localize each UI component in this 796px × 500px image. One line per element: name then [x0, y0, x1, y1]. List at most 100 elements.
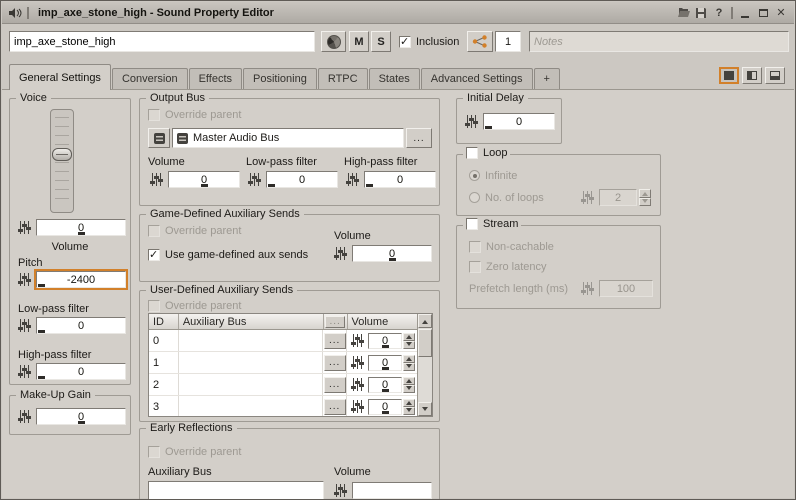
scroll-down-button[interactable]	[418, 402, 432, 416]
makeup-gain-field[interactable]: 0	[36, 408, 126, 425]
fader-icon[interactable]	[344, 172, 362, 187]
loop-group: Loop Infinite No. of loops 2	[456, 154, 661, 216]
use-game-aux-checkbox[interactable]	[148, 249, 160, 261]
fader-icon[interactable]	[349, 333, 367, 348]
spin-down-button[interactable]	[403, 407, 415, 415]
fader-icon[interactable]	[148, 172, 166, 187]
object-name-input[interactable]	[9, 31, 315, 52]
aux-volume-field[interactable]: 0	[368, 377, 402, 393]
spin-down-button[interactable]	[403, 385, 415, 393]
no-of-loops-radio	[469, 192, 480, 203]
reference-count-box[interactable]: 1	[495, 31, 521, 52]
prefetch-label: Prefetch length (ms)	[469, 283, 568, 295]
loop-checkbox[interactable]	[466, 147, 478, 159]
output-bus-icon-button[interactable]	[148, 128, 170, 148]
help-icon[interactable]: ?	[710, 4, 728, 22]
er-volume-field[interactable]	[352, 482, 432, 499]
output-lpf-field[interactable]: 0	[266, 171, 338, 188]
aux-browse-button[interactable]: ...	[324, 399, 346, 415]
tab-effects[interactable]: Effects	[189, 68, 242, 89]
fader-icon[interactable]	[349, 399, 367, 414]
display-color-button[interactable]	[321, 31, 346, 52]
output-volume-field[interactable]: 0	[168, 171, 240, 188]
fader-icon[interactable]	[349, 355, 367, 370]
tab-conversion[interactable]: Conversion	[112, 68, 188, 89]
fader-icon[interactable]	[349, 377, 367, 392]
stream-checkbox[interactable]	[466, 218, 478, 230]
layout-single-button[interactable]	[719, 67, 739, 84]
spin-down-button[interactable]	[403, 341, 415, 349]
er-aux-bus-field[interactable]	[148, 481, 324, 500]
fader-icon[interactable]	[463, 114, 481, 129]
aux-volume-field[interactable]: 0	[368, 399, 402, 415]
loop-title-control: Loop	[463, 147, 510, 159]
tab-advanced-settings[interactable]: Advanced Settings	[421, 68, 533, 89]
output-lpf-label: Low-pass filter	[246, 156, 317, 168]
output-bus-name: Master Audio Bus	[193, 132, 279, 144]
sharesets-button[interactable]	[467, 31, 493, 52]
tab-positioning[interactable]: Positioning	[243, 68, 317, 89]
save-icon[interactable]	[692, 4, 710, 22]
output-hpf-field[interactable]: 0	[364, 171, 436, 188]
aux-volume-field[interactable]: 0	[368, 333, 402, 349]
spin-up-button[interactable]	[403, 333, 415, 341]
aux-browse-button[interactable]: ...	[324, 355, 346, 371]
column-header-bus[interactable]: Auxiliary Bus	[179, 314, 324, 329]
solo-button[interactable]: S	[371, 31, 391, 52]
table-row: 3 ... 0	[149, 396, 417, 416]
voice-volume-slider[interactable]	[50, 109, 74, 213]
minimize-button[interactable]	[736, 4, 754, 22]
output-bus-browse-button[interactable]: ...	[406, 128, 432, 148]
table-scrollbar[interactable]	[417, 314, 432, 416]
scroll-up-button[interactable]	[418, 314, 432, 328]
voice-pitch-field[interactable]: -2400	[36, 271, 126, 288]
fader-icon[interactable]	[16, 220, 34, 235]
aux-bus-cell[interactable]	[179, 330, 323, 351]
fader-icon[interactable]	[246, 172, 264, 187]
layout-vertical-split-button[interactable]	[742, 67, 762, 84]
fader-icon[interactable]	[16, 272, 34, 287]
close-button[interactable]: ✕	[772, 4, 790, 22]
fader-icon[interactable]	[16, 409, 34, 424]
scrollbar-thumb[interactable]	[418, 329, 432, 357]
aux-volume-spinner	[403, 333, 415, 349]
output-bus-field[interactable]: Master Audio Bus	[172, 128, 404, 148]
fader-icon[interactable]	[332, 246, 350, 261]
notes-input[interactable]	[529, 31, 789, 52]
aux-volume-field[interactable]: 0	[368, 355, 402, 371]
early-reflections-group: Early Reflections Override parent Auxili…	[139, 428, 440, 500]
column-header-id[interactable]: ID	[149, 314, 179, 329]
tab-states[interactable]: States	[369, 68, 420, 89]
inclusion-checkbox[interactable]	[399, 36, 411, 48]
mute-button[interactable]: M	[349, 31, 369, 52]
voice-lpf-field[interactable]: 0	[36, 317, 126, 334]
voice-hpf-field[interactable]: 0	[36, 363, 126, 380]
aux-browse-button[interactable]: ...	[324, 377, 346, 393]
game-aux-volume-field[interactable]: 0	[352, 245, 432, 262]
layout-horizontal-split-button[interactable]	[765, 67, 785, 84]
loop-infinite-control: Infinite	[469, 169, 517, 182]
vertical-split-icon	[747, 71, 757, 80]
slider-handle[interactable]	[52, 148, 72, 161]
aux-bus-cell[interactable]	[179, 374, 323, 395]
column-header-volume[interactable]: Volume	[348, 314, 417, 329]
spin-down-button[interactable]	[403, 363, 415, 371]
maximize-button[interactable]	[754, 4, 772, 22]
open-folder-icon[interactable]	[674, 4, 692, 22]
aux-bus-cell[interactable]	[179, 396, 323, 416]
aux-bus-cell[interactable]	[179, 352, 323, 373]
aux-browse-button[interactable]: ...	[324, 333, 346, 349]
spin-up-button[interactable]	[403, 355, 415, 363]
fader-icon[interactable]	[332, 483, 350, 498]
tab-bar: General Settings Conversion Effects Posi…	[9, 64, 561, 90]
tab-rtpc[interactable]: RTPC	[318, 68, 368, 89]
voice-volume-field[interactable]: 0	[36, 219, 126, 236]
spin-up-button[interactable]	[403, 399, 415, 407]
fader-icon[interactable]	[16, 364, 34, 379]
fader-icon[interactable]	[16, 318, 34, 333]
initial-delay-field[interactable]: 0	[483, 113, 555, 130]
spin-up-button[interactable]	[403, 377, 415, 385]
voice-volume-control: 0	[16, 219, 126, 236]
tab-add[interactable]: +	[534, 68, 560, 89]
tab-general-settings[interactable]: General Settings	[9, 64, 111, 90]
